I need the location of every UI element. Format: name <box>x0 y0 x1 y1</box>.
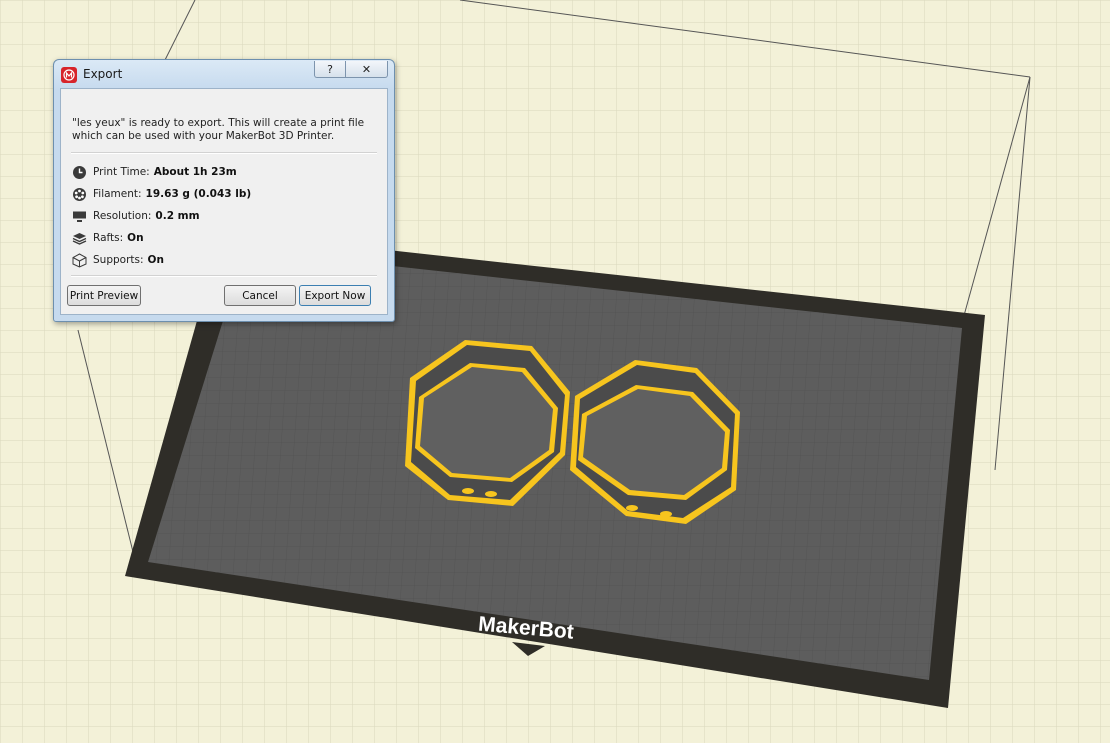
cancel-button[interactable]: Cancel <box>224 285 296 306</box>
info-value: 0.2 mm <box>155 210 200 222</box>
divider <box>71 275 377 277</box>
info-label: Print Time: <box>93 166 150 178</box>
info-filament: Filament: 19.63 g (0.043 lb) <box>72 185 251 203</box>
info-label: Filament: <box>93 188 142 200</box>
export-now-button[interactable]: Export Now <box>299 285 371 306</box>
info-label: Supports: <box>93 254 144 266</box>
divider <box>71 152 377 154</box>
help-icon: ? <box>327 62 333 76</box>
info-value: 19.63 g (0.043 lb) <box>145 188 252 200</box>
print-preview-button[interactable]: Print Preview <box>67 285 141 306</box>
makerbot-app-icon <box>61 67 77 83</box>
filament-spool-icon <box>73 187 86 201</box>
help-button[interactable]: ? <box>314 61 346 78</box>
info-value: On <box>127 232 144 244</box>
dialog-titlebar[interactable]: Export ? ✕ <box>54 60 394 88</box>
close-button[interactable]: ✕ <box>345 61 388 78</box>
rafts-layers-icon <box>72 232 87 245</box>
dialog-content: "les yeux" is ready to export. This will… <box>60 88 388 315</box>
info-value: On <box>147 254 164 266</box>
info-label: Resolution: <box>93 210 152 222</box>
clock-icon <box>73 165 86 179</box>
resolution-icon <box>73 211 86 222</box>
close-icon: ✕ <box>361 62 372 76</box>
info-rafts: Rafts: On <box>72 229 144 247</box>
dialog-title: Export <box>83 67 123 81</box>
info-value: About 1h 23m <box>153 166 237 178</box>
export-message: "les yeux" is ready to export. This will… <box>72 117 365 142</box>
info-resolution: Resolution: 0.2 mm <box>72 207 200 225</box>
info-supports: Supports: On <box>72 251 164 269</box>
export-dialog: Export ? ✕ "les yeux" is ready to export… <box>53 59 395 322</box>
info-print-time: Print Time: About 1h 23m <box>72 163 237 181</box>
supports-cube-icon <box>72 252 87 268</box>
info-label: Rafts: <box>93 232 124 244</box>
